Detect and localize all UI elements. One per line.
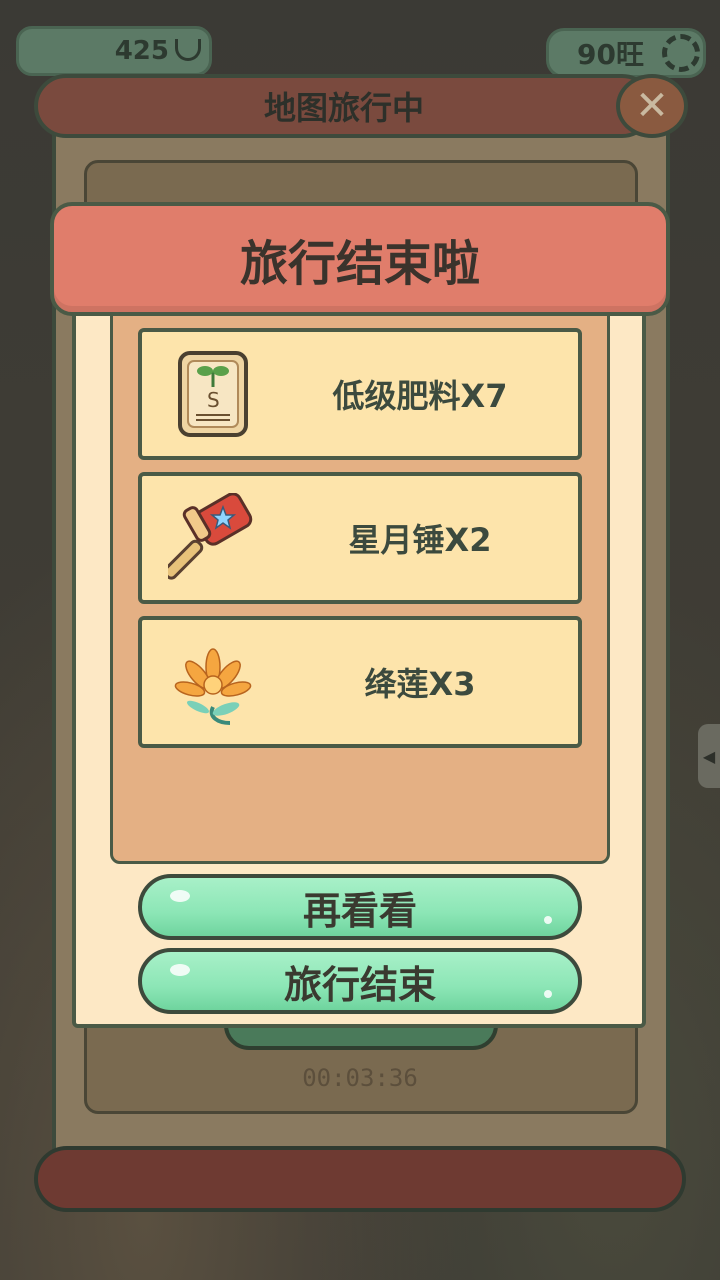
map-panel-bottom-bar xyxy=(34,1146,686,1212)
side-drawer-tab[interactable]: ◀ xyxy=(698,724,720,788)
look-again-label: 再看看 xyxy=(302,888,417,933)
button-shine xyxy=(170,890,190,902)
reward-item: 绛莲X3 xyxy=(138,616,582,748)
reward-name: 低级肥料X7 xyxy=(332,377,508,415)
reward-item: 星月锤X2 xyxy=(138,472,582,604)
reward-name: 星月锤X2 xyxy=(348,521,492,559)
reward-item: S 低级肥料X7 xyxy=(138,328,582,460)
currency-value: 425 xyxy=(114,36,169,66)
currency-counter: 425 xyxy=(16,26,212,76)
button-shine xyxy=(170,964,190,976)
button-shine xyxy=(544,916,552,924)
button-shine xyxy=(544,990,552,998)
map-panel-title: 地图旅行中 xyxy=(34,74,654,138)
svg-text:S: S xyxy=(207,388,220,412)
look-again-button[interactable]: 再看看 xyxy=(138,874,582,940)
dialog-title: 旅行结束啦 xyxy=(50,202,670,316)
prosperity-value: 90旺 xyxy=(577,38,644,71)
reward-name: 绛莲X3 xyxy=(364,665,476,703)
fertilizer-bag-icon: S xyxy=(168,348,258,440)
close-icon[interactable]: ✕ xyxy=(616,74,688,138)
star-moon-hammer-icon xyxy=(168,492,258,584)
ingot-icon xyxy=(175,39,201,61)
end-travel-button[interactable]: 旅行结束 xyxy=(138,948,582,1014)
travel-timer: 00:03:36 xyxy=(302,1064,418,1092)
end-travel-label: 旅行结束 xyxy=(283,962,436,1007)
gear-icon[interactable] xyxy=(662,34,700,72)
crimson-lotus-icon xyxy=(168,636,258,728)
